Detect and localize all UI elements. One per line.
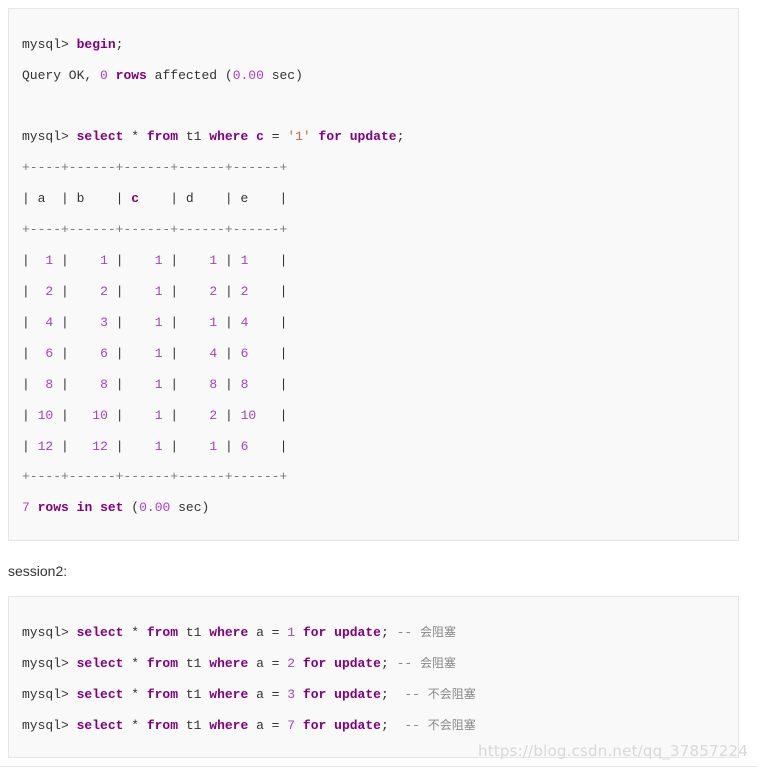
- table-row: | 6 | 6 | 1 | 4 | 6 |: [22, 346, 288, 361]
- code-block-session2: mysql> select * from t1 where a = 1 for …: [8, 596, 739, 758]
- table-border-bottom: +----+------+------+------+------+: [22, 469, 288, 484]
- code-line-query-ok: Query OK, 0 rows affected (0.00 sec): [22, 68, 303, 83]
- session2-query-line: mysql> select * from t1 where a = 2 for …: [22, 656, 456, 671]
- table-header-row: | a | b | c | d | e |: [22, 191, 288, 206]
- comment-text: -- 会阻塞: [396, 656, 456, 671]
- code-line-rows-in-set: 7 rows in set (0.00 sec): [22, 500, 210, 515]
- code-line-begin: mysql> begin;: [22, 37, 124, 52]
- code-block-session1: mysql> begin; Query OK, 0 rows affected …: [8, 8, 739, 541]
- session2-query-line: mysql> select * from t1 where a = 3 for …: [22, 687, 476, 702]
- table-border-mid: +----+------+------+------+------+: [22, 222, 288, 237]
- bottom-divider: [0, 766, 757, 767]
- table-row: | 12 | 12 | 1 | 1 | 6 |: [22, 439, 288, 454]
- table-border-top: +----+------+------+------+------+: [22, 160, 288, 175]
- table-row: | 8 | 8 | 1 | 8 | 8 |: [22, 377, 288, 392]
- session2-label: session2:: [8, 563, 68, 579]
- session2-query-line: mysql> select * from t1 where a = 7 for …: [22, 718, 476, 733]
- table-row: | 4 | 3 | 1 | 1 | 4 |: [22, 315, 288, 330]
- watermark: https://blog.csdn.net/qq_37857224: [478, 742, 748, 760]
- code-line-select-for-update: mysql> select * from t1 where c = '1' fo…: [22, 129, 405, 144]
- table-row: | 10 | 10 | 1 | 2 | 10 |: [22, 408, 288, 423]
- table-row: | 2 | 2 | 1 | 2 | 2 |: [22, 284, 288, 299]
- comment-text: -- 会阻塞: [396, 625, 456, 640]
- session2-query-line: mysql> select * from t1 where a = 1 for …: [22, 625, 456, 640]
- table-row: | 1 | 1 | 1 | 1 | 1 |: [22, 253, 288, 268]
- comment-text: -- 不会阻塞: [404, 687, 476, 702]
- comment-text: -- 不会阻塞: [404, 718, 476, 733]
